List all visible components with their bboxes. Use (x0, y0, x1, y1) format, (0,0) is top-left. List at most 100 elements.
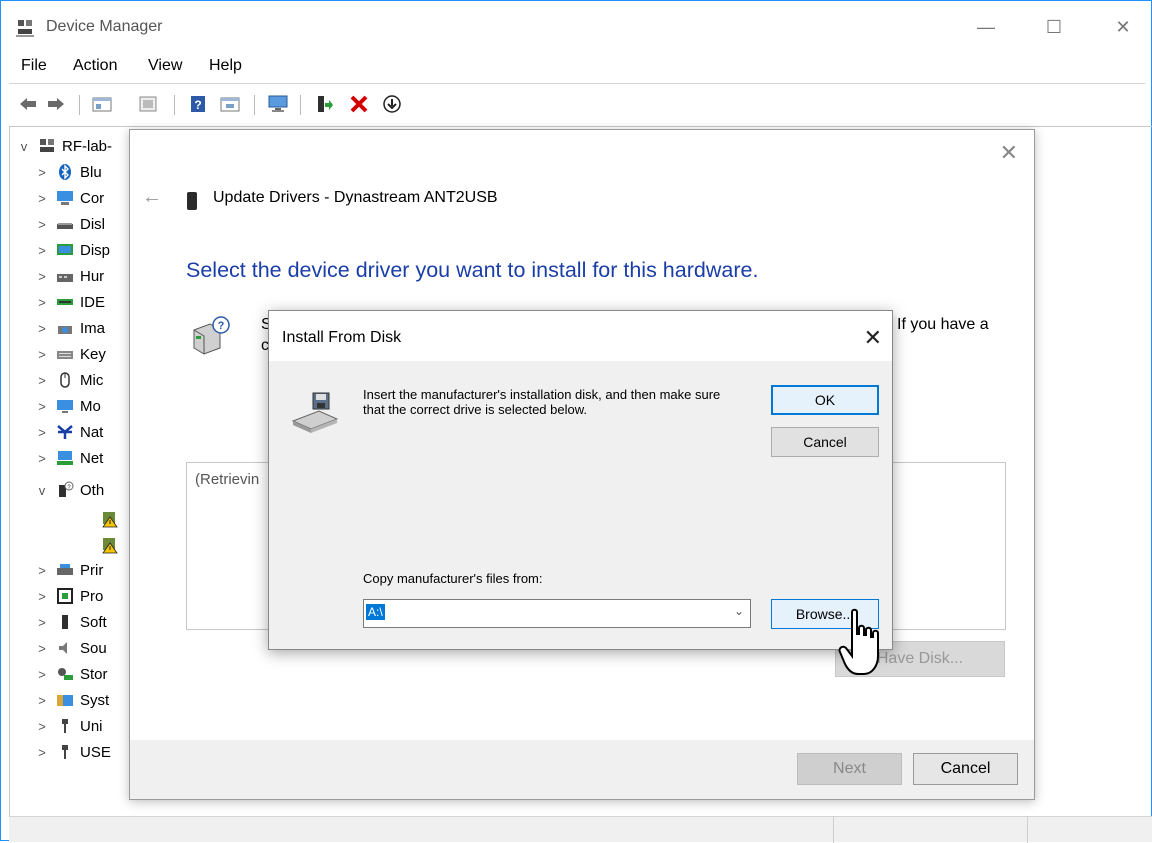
collapse-arrow-icon[interactable]: v (34, 483, 50, 498)
dialog-cancel-button[interactable]: Cancel (771, 427, 879, 457)
dialog-close-button[interactable]: ✕ (864, 325, 882, 351)
tree-root[interactable]: v RF-lab- (16, 133, 112, 159)
tree-item-mice[interactable]: > Mic (34, 367, 103, 393)
tree-item-label: Stor (80, 665, 108, 683)
chevron-down-icon[interactable]: ⌄ (734, 604, 744, 618)
expand-arrow-icon[interactable]: > (34, 425, 50, 440)
tree-item-processors[interactable]: > Pro (34, 583, 103, 609)
tree-item-universal-serial-bus[interactable]: > Uni (34, 713, 102, 739)
expand-arrow-icon[interactable]: > (34, 399, 50, 414)
driver-list-status: (Retrievin (195, 471, 260, 488)
tree-item-label: Blu (80, 163, 102, 181)
properties-icon[interactable] (91, 93, 113, 115)
menu-action[interactable]: Action (73, 57, 117, 75)
expand-arrow-icon[interactable]: > (34, 243, 50, 258)
path-combobox[interactable]: A:\ ⌄ (363, 599, 751, 628)
tree-item-sound[interactable]: > Sou (34, 635, 107, 661)
wizard-back-arrow-icon[interactable]: ← (142, 186, 162, 209)
tree-item-printers[interactable]: > Prir (34, 557, 103, 583)
install-from-disk-dialog: Install From Disk ✕ Insert the manufactu… (268, 310, 893, 650)
expand-arrow-icon[interactable]: > (34, 269, 50, 284)
usb-device-icon (187, 192, 197, 210)
refresh-icon[interactable] (137, 93, 159, 115)
download-icon[interactable] (381, 93, 403, 115)
expand-arrow-icon[interactable]: > (34, 745, 50, 760)
wizard-close-button[interactable]: ✕ (1000, 140, 1018, 166)
tree-item-usb[interactable]: > USE (34, 739, 111, 765)
tree-item-label: Hur (80, 267, 105, 285)
menu-help[interactable]: Help (209, 57, 242, 75)
usb-icon (62, 719, 68, 733)
tree-item-unknown-device-1[interactable] (101, 506, 125, 532)
bluetooth-icon (59, 164, 71, 180)
tree-item-label: Mic (80, 371, 104, 389)
monitor-icon[interactable] (267, 93, 289, 115)
expand-arrow-icon[interactable]: > (34, 347, 50, 362)
back-arrow-icon[interactable] (17, 93, 39, 115)
tree-item-disk[interactable]: > Disl (34, 211, 105, 237)
printer-icon (57, 564, 73, 575)
expand-arrow-icon[interactable]: > (34, 191, 50, 206)
dialog-title-bar: Install From Disk ✕ (269, 311, 892, 361)
tree-item-label: Net (80, 449, 104, 467)
tree-item-monitors[interactable]: > Mo (34, 393, 101, 419)
maximize-button[interactable]: ☐ (1034, 13, 1074, 41)
wizard-cancel-button[interactable]: Cancel (913, 753, 1018, 785)
tree-item-label: Prir (80, 561, 104, 579)
expand-arrow-icon[interactable]: > (34, 615, 50, 630)
expand-arrow-icon[interactable]: > (34, 373, 50, 388)
expand-arrow-icon[interactable]: > (34, 295, 50, 310)
uninstall-icon[interactable] (348, 93, 370, 115)
tree-item-label: Cor (80, 189, 105, 207)
tree-item-other-devices[interactable]: v? Oth (34, 477, 104, 503)
menu-view[interactable]: View (148, 57, 182, 75)
tree-item-computer[interactable]: > Cor (34, 185, 104, 211)
help-icon[interactable]: ? (187, 93, 209, 115)
tree-item-label: Key (80, 345, 106, 363)
view-icon[interactable] (219, 93, 241, 115)
expand-arrow-icon[interactable]: > (34, 451, 50, 466)
tree-item-imaging[interactable]: > Ima (34, 315, 105, 341)
expand-arrow-icon[interactable]: > (34, 165, 50, 180)
tree-item-ni[interactable]: > Nat (34, 419, 103, 445)
tree-item-storage[interactable]: > Stor (34, 661, 108, 687)
update-driver-icon[interactable] (313, 93, 335, 115)
toolbar-separator (300, 95, 301, 115)
forward-arrow-icon[interactable] (45, 93, 67, 115)
expand-arrow-icon[interactable]: > (34, 563, 50, 578)
expand-arrow-icon[interactable]: > (34, 693, 50, 708)
expand-arrow-icon[interactable]: > (34, 641, 50, 656)
minimize-button[interactable]: — (966, 13, 1006, 41)
tree-item-label: Syst (80, 691, 110, 709)
expand-arrow-icon[interactable]: > (34, 589, 50, 604)
ide-icon (57, 299, 73, 305)
tree-item-hid[interactable]: > Hur (34, 263, 104, 289)
other-devices-icon: ? (59, 481, 74, 497)
title-bar: Device Manager — ☐ ✕ (1, 1, 1152, 51)
tree-item-keyboard[interactable]: > Key (34, 341, 106, 367)
tree-item-bluetooth[interactable]: > Blu (34, 159, 102, 185)
menu-file[interactable]: File (21, 57, 47, 75)
tree-item-label: Disl (80, 215, 105, 233)
expand-arrow-icon[interactable]: > (34, 217, 50, 232)
tree-item-display[interactable]: > Disp (34, 237, 110, 263)
collapse-arrow-icon[interactable]: v (16, 139, 32, 154)
tree-item-system[interactable]: > Syst (34, 687, 109, 713)
floppy-drive-icon (291, 392, 339, 433)
next-button[interactable]: Next (797, 753, 902, 785)
tree-item-unknown-device-2[interactable] (101, 532, 125, 558)
close-button[interactable]: ✕ (1103, 13, 1143, 41)
toolbar-separator (79, 95, 80, 115)
computer-icon (57, 191, 73, 205)
expand-arrow-icon[interactable]: > (34, 719, 50, 734)
tree-item-ide[interactable]: > IDE (34, 289, 105, 315)
tree-item-network[interactable]: > Net (34, 445, 103, 471)
tree-item-software-devices[interactable]: > Soft (34, 609, 106, 635)
wizard-title: Update Drivers - Dynastream ANT2USB (213, 189, 498, 206)
network-icon (57, 451, 73, 465)
ok-button[interactable]: OK (771, 385, 879, 415)
tree-item-label: Sou (80, 639, 107, 657)
tree-item-label: Oth (80, 481, 105, 499)
expand-arrow-icon[interactable]: > (34, 321, 50, 336)
expand-arrow-icon[interactable]: > (34, 667, 50, 682)
